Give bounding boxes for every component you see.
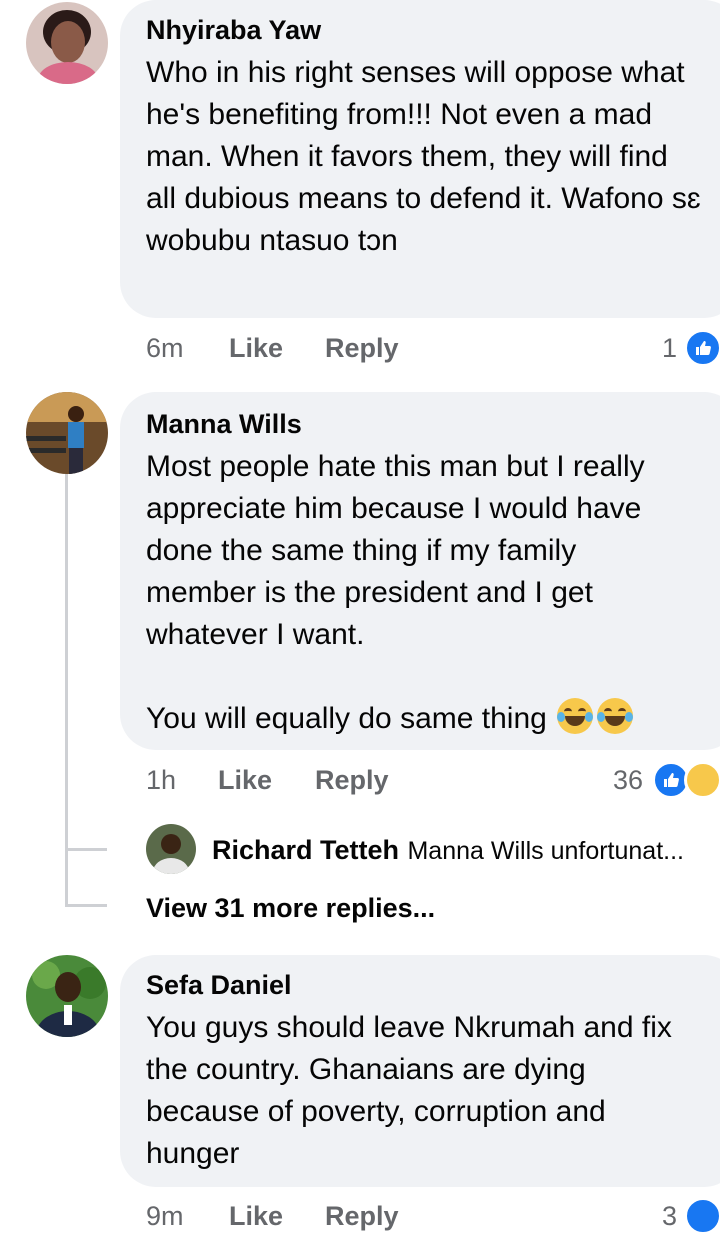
reaction-count[interactable]: 36 [613, 760, 643, 800]
like-button[interactable]: Like [218, 760, 272, 800]
avatar[interactable] [26, 392, 108, 474]
avatar[interactable] [26, 2, 108, 84]
comment-time[interactable]: 6m [146, 328, 184, 368]
reaction-count[interactable]: 1 [662, 328, 677, 368]
avatar[interactable] [146, 824, 196, 874]
comment-text-line: You will equally do same thing [146, 702, 547, 735]
avatar[interactable] [26, 955, 108, 1037]
reply-button[interactable]: Reply [315, 760, 389, 800]
comment-text: Most people hate this man but I really a… [146, 450, 653, 651]
haha-reaction-icon [684, 761, 720, 799]
comment-text: You will equally do same thing [146, 698, 714, 740]
reply-button[interactable]: Reply [325, 328, 399, 368]
comment-bubble: Nhyiraba Yaw Who in his right senses wil… [120, 0, 720, 318]
comment-author[interactable]: Sefa Daniel [146, 969, 714, 1001]
like-button[interactable]: Like [229, 328, 283, 368]
comment-bubble: Manna Wills Most people hate this man bu… [120, 392, 720, 750]
thread-line [65, 474, 68, 904]
laughing-emoji-icon [556, 698, 593, 734]
like-button[interactable]: Like [229, 1196, 283, 1236]
reply-preview[interactable]: Richard Tetteh Manna Wills unfortunat... [212, 832, 720, 873]
comment-author[interactable]: Manna Wills [146, 408, 714, 440]
comment-time[interactable]: 1h [146, 760, 176, 800]
reply-text: Manna Wills unfortunat... [407, 837, 684, 865]
thread-branch [65, 904, 107, 907]
thread-branch [65, 848, 107, 851]
comment-author[interactable]: Nhyiraba Yaw [146, 14, 714, 46]
laughing-emoji-icon [596, 698, 633, 734]
comment-bubble: Sefa Daniel You guys should leave Nkruma… [120, 955, 720, 1187]
reaction-count[interactable]: 3 [662, 1196, 677, 1236]
comment-time[interactable]: 9m [146, 1196, 184, 1236]
comment-text: Who in his right senses will oppose what… [146, 56, 709, 257]
comment-actions: 1h Like Reply 36 [146, 760, 720, 800]
reply-button[interactable]: Reply [325, 1196, 399, 1236]
like-reaction-icon [684, 329, 720, 367]
comment-actions: 6m Like Reply 1 [146, 328, 720, 368]
comment-actions: 9m Like Reply 3 [146, 1196, 720, 1236]
view-more-replies[interactable]: View 31 more replies... [146, 890, 435, 926]
reply-author[interactable]: Richard Tetteh [212, 835, 399, 865]
comment-text: You guys should leave Nkrumah and fix th… [146, 1011, 681, 1170]
like-reaction-icon [684, 1197, 720, 1235]
